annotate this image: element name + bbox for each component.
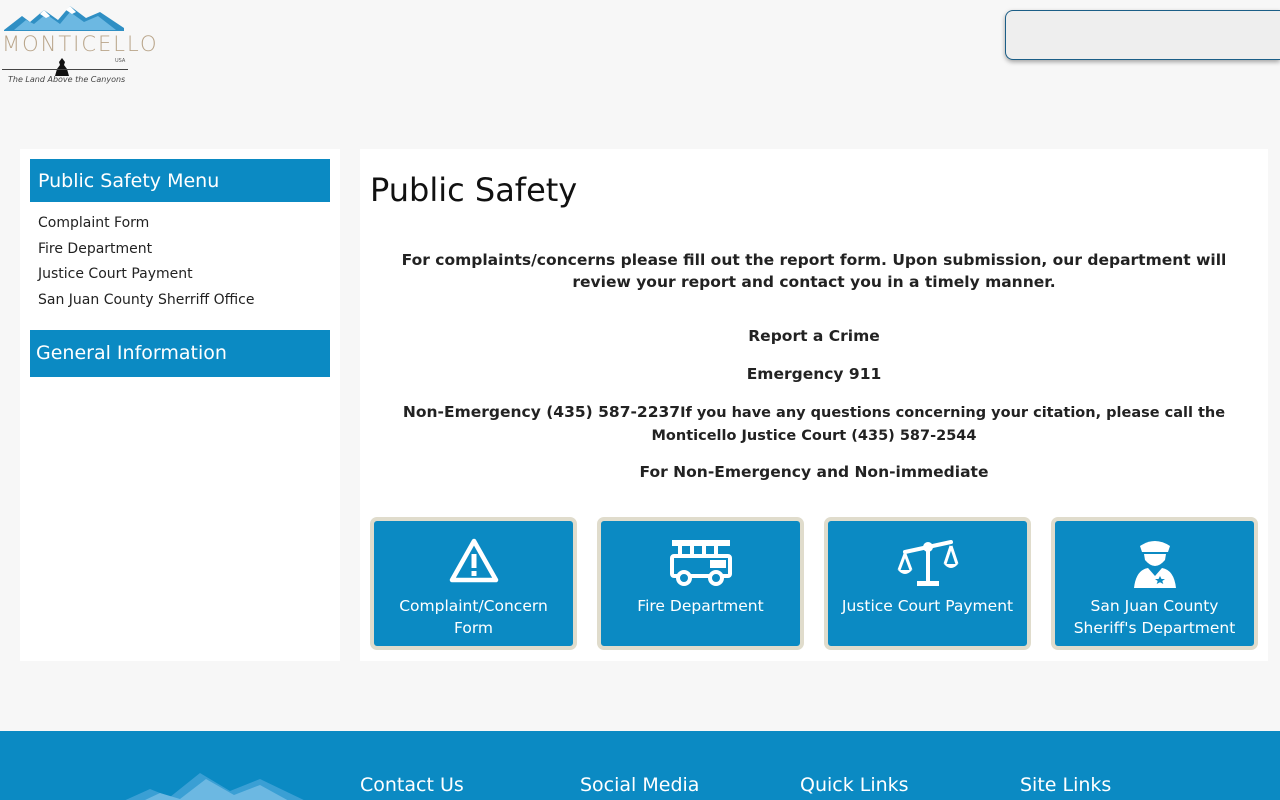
logo-wordmark: MONTICELLO	[2, 32, 159, 56]
card-label: San Juan County Sheriff's Department	[1073, 597, 1236, 637]
general-information-heading[interactable]: General Information	[30, 330, 330, 377]
logo-figure-icon	[55, 58, 69, 76]
quick-link-cards: Complaint/Concern Form Fire Department J…	[370, 517, 1258, 650]
card-label: Fire Department	[637, 597, 764, 615]
non-emergency-number: Non-Emergency (435) 587-2237	[402, 403, 681, 421]
sidebar-item-sheriff-office[interactable]: San Juan County Sherriff Office	[38, 290, 255, 316]
main-content: Public Safety For complaints/concerns pl…	[360, 149, 1268, 661]
non-immediate-text: For Non-Emergency and Non-immediate	[639, 463, 989, 481]
search-box[interactable]	[1005, 10, 1280, 60]
non-emergency-text: Non-Emergency (435) 587-2237If you have …	[380, 401, 1248, 447]
sidebar: Public Safety Menu Complaint Form Fire D…	[20, 149, 340, 661]
sidebar-item-complaint-form[interactable]: Complaint Form	[38, 213, 255, 239]
site-logo[interactable]: MONTICELLO USA The Land Above the Canyon…	[0, 4, 157, 88]
footer-heading-contact-us: Contact Us	[360, 774, 464, 796]
complaint-form-card[interactable]: Complaint/Concern Form	[370, 517, 577, 650]
intro-text: For complaints/concerns please fill out …	[401, 251, 1227, 291]
fire-truck-icon	[669, 540, 732, 586]
footer-logo-icon	[125, 773, 304, 800]
fire-department-card[interactable]: Fire Department	[597, 517, 804, 650]
report-crime-text: Report a Crime	[748, 327, 880, 345]
footer: Contact Us Social Media Quick Links Site…	[0, 731, 1280, 800]
warning-icon	[449, 538, 498, 583]
sheriff-department-card[interactable]: San Juan County Sheriff's Department	[1051, 517, 1258, 650]
public-safety-menu: Complaint Form Fire Department Justice C…	[38, 213, 255, 315]
scales-icon	[897, 540, 958, 586]
card-label: Justice Court Payment	[841, 597, 1014, 615]
footer-heading-social-media: Social Media	[580, 774, 700, 796]
emergency-text: Emergency 911	[746, 365, 882, 383]
logo-country: USA	[115, 58, 126, 64]
citation-text: If you have any questions concerning you…	[651, 405, 1226, 444]
footer-heading-site-links: Site Links	[1020, 774, 1112, 796]
sidebar-item-fire-department[interactable]: Fire Department	[38, 239, 255, 265]
police-officer-icon	[1133, 541, 1176, 588]
logo-tagline: The Land Above the Canyons	[8, 75, 126, 84]
justice-court-payment-card[interactable]: Justice Court Payment	[824, 517, 1031, 650]
public-safety-menu-heading: Public Safety Menu	[30, 159, 330, 202]
search-input[interactable]	[1006, 11, 1280, 59]
sidebar-item-justice-court-payment[interactable]: Justice Court Payment	[38, 264, 255, 290]
page-title: Public Safety	[370, 171, 578, 209]
card-label: Complaint/Concern Form	[399, 597, 548, 637]
footer-heading-quick-links: Quick Links	[800, 774, 909, 796]
